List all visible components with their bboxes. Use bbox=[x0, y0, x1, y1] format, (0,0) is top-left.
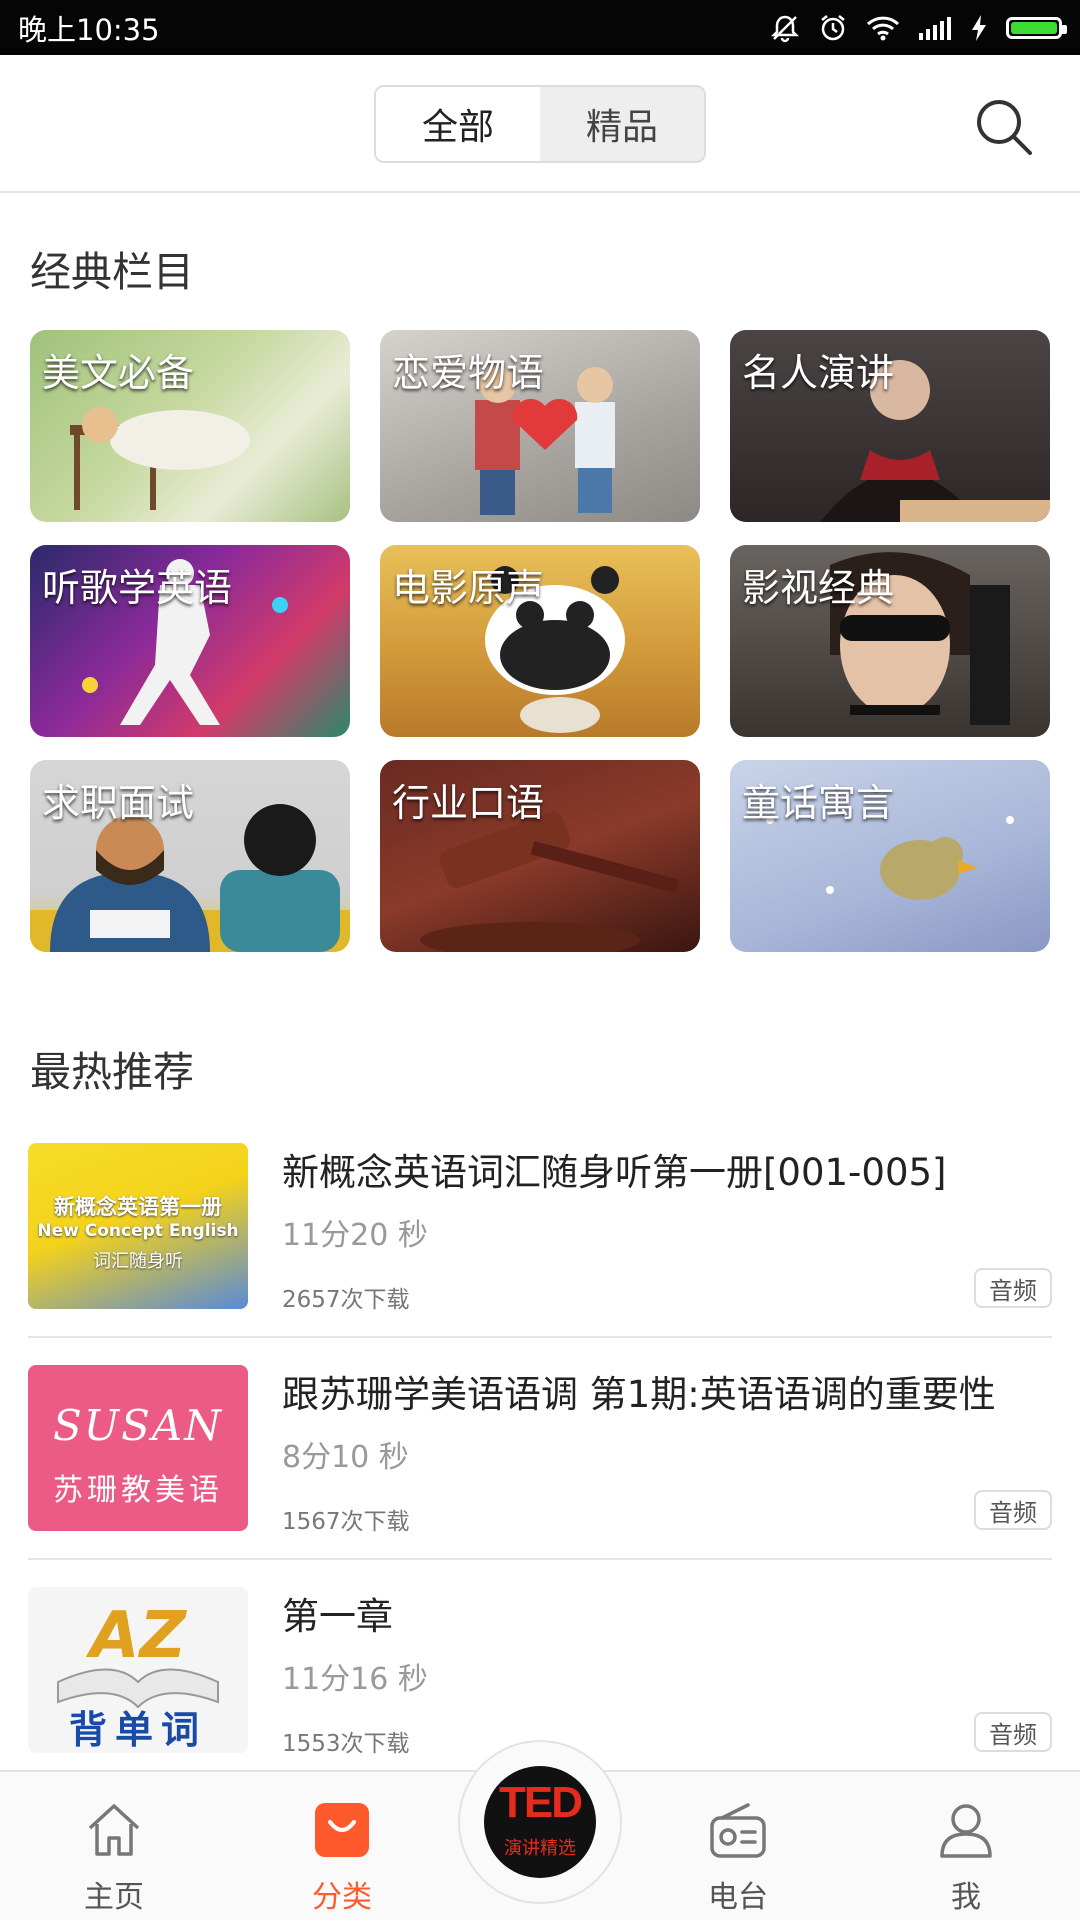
category-tile[interactable]: 名人演讲 bbox=[730, 330, 1050, 522]
nav-item-home[interactable]: 主页 bbox=[34, 1772, 194, 1922]
status-icons bbox=[770, 13, 1067, 43]
item-thumbnail: AZ 背单词 bbox=[28, 1587, 248, 1753]
item-title: 跟苏珊学美语语调 第1期:英语语调的重要性 bbox=[282, 1373, 996, 1416]
tab-premium[interactable]: 精品 bbox=[540, 87, 704, 161]
item-downloads: 1567次下载 bbox=[282, 1509, 410, 1535]
ted-center-button[interactable]: TED 演讲精选 bbox=[484, 1766, 596, 1878]
category-tile[interactable]: 恋爱物语 bbox=[380, 330, 700, 522]
list-item[interactable]: SUSAN 苏珊教美语 跟苏珊学美语语调 第1期:英语语调的重要性 8分10 秒… bbox=[28, 1342, 1052, 1564]
item-downloads: 2657次下载 bbox=[282, 1287, 410, 1313]
item-thumbnail: 新概念英语第一册 New Concept English 词汇随身听 bbox=[28, 1143, 248, 1309]
type-badge: 音频 bbox=[974, 1490, 1052, 1530]
category-label: 恋爱物语 bbox=[392, 351, 545, 395]
item-duration: 8分10 秒 bbox=[282, 1440, 409, 1475]
category-tile[interactable]: 求职面试 bbox=[30, 760, 350, 952]
bag-icon bbox=[315, 1803, 369, 1857]
item-title: 新概念英语词汇随身听第一册[001-005] bbox=[282, 1151, 947, 1194]
category-label: 听歌学英语 bbox=[42, 566, 233, 610]
nav-label: 主页 bbox=[84, 1880, 144, 1915]
item-duration: 11分20 秒 bbox=[282, 1218, 428, 1253]
category-label: 美文必备 bbox=[42, 351, 195, 395]
ted-caption: 演讲精选 bbox=[504, 1838, 576, 1859]
category-label: 影视经典 bbox=[742, 566, 895, 610]
home-icon bbox=[88, 1804, 140, 1856]
category-label: 求职面试 bbox=[42, 781, 195, 825]
charging-icon bbox=[972, 14, 986, 41]
list-item[interactable]: 新概念英语第一册 New Concept English 词汇随身听 新概念英语… bbox=[28, 1120, 1052, 1342]
user-icon bbox=[940, 1804, 992, 1858]
category-tile[interactable]: 影视经典 bbox=[730, 545, 1050, 737]
thumb-line: SUSAN bbox=[52, 1401, 224, 1450]
category-label: 电影原声 bbox=[392, 566, 545, 610]
item-title: 第一章 bbox=[282, 1595, 393, 1638]
category-label: 名人演讲 bbox=[742, 351, 895, 395]
nav-label: 我 bbox=[951, 1880, 981, 1915]
category-tile[interactable]: 电影原声 bbox=[380, 545, 700, 737]
tab-all[interactable]: 全部 bbox=[376, 87, 540, 161]
type-badge: 音频 bbox=[974, 1712, 1052, 1752]
item-duration: 11分16 秒 bbox=[282, 1662, 428, 1697]
category-label: 童话寓言 bbox=[742, 781, 895, 825]
bell-off-icon bbox=[770, 15, 800, 42]
alarm-icon bbox=[821, 14, 845, 40]
ted-logo: TED bbox=[499, 1778, 583, 1827]
section-title-classic: 经典栏目 bbox=[30, 248, 194, 296]
radio-icon bbox=[710, 1803, 766, 1858]
category-tile[interactable]: 听歌学英语 bbox=[30, 545, 350, 737]
thumb-line: AZ bbox=[90, 1599, 186, 1673]
divider bbox=[28, 1558, 1052, 1560]
thumb-line: 背单词 bbox=[68, 1708, 207, 1752]
thumb-line: 词汇随身听 bbox=[93, 1251, 183, 1272]
status-time: 晚上10:35 bbox=[18, 12, 160, 47]
nav-item-me[interactable]: 我 bbox=[886, 1772, 1046, 1922]
type-badge: 音频 bbox=[974, 1268, 1052, 1308]
signal-icon bbox=[919, 16, 951, 40]
search-icon[interactable] bbox=[972, 95, 1036, 159]
item-downloads: 1553次下载 bbox=[282, 1731, 410, 1757]
top-bar: 全部 精品 bbox=[0, 55, 1080, 193]
divider bbox=[28, 1336, 1052, 1338]
category-tile[interactable]: 美文必备 bbox=[30, 330, 350, 522]
thumb-line: 苏珊教美语 bbox=[53, 1473, 223, 1508]
category-tile[interactable]: 童话寓言 bbox=[730, 760, 1050, 952]
category-label: 行业口语 bbox=[392, 781, 545, 825]
nav-label: 分类 bbox=[312, 1880, 372, 1915]
segment-control: 全部 精品 bbox=[374, 85, 706, 163]
nav-item-category[interactable]: 分类 bbox=[262, 1772, 422, 1922]
category-tile[interactable]: 行业口语 bbox=[380, 760, 700, 952]
wifi-icon bbox=[866, 16, 900, 40]
thumb-line: New Concept English bbox=[37, 1221, 239, 1241]
section-title-hot: 最热推荐 bbox=[30, 1048, 194, 1096]
nav-label: 电台 bbox=[708, 1880, 768, 1915]
battery-icon bbox=[1006, 16, 1067, 39]
thumb-line: 新概念英语第一册 bbox=[54, 1195, 222, 1219]
status-bar: 晚上10:35 bbox=[0, 0, 1080, 55]
item-thumbnail: SUSAN 苏珊教美语 bbox=[28, 1365, 248, 1531]
nav-item-radio[interactable]: 电台 bbox=[658, 1772, 818, 1922]
